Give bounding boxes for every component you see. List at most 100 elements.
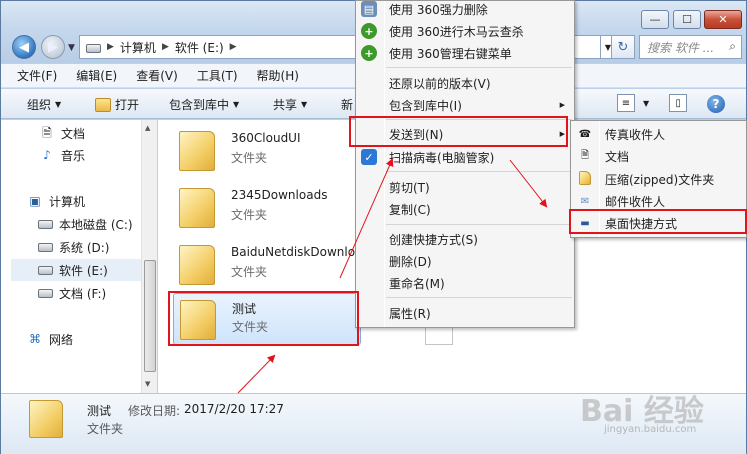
- nav-label: 系统 (D:): [59, 240, 110, 255]
- share-button[interactable]: 共享 ▼: [273, 96, 307, 113]
- menu-item-label: 剪切(T): [389, 180, 430, 195]
- chevron-down-icon[interactable]: ▼: [643, 99, 649, 108]
- menu-item-properties[interactable]: 属性(R): [356, 302, 574, 324]
- refresh-button[interactable]: ↻: [611, 35, 635, 59]
- chevron-down-icon: ▼: [233, 100, 240, 109]
- menu-item-label: 属性(R): [389, 306, 431, 321]
- menu-item-create-shortcut[interactable]: 创建快捷方式(S): [356, 228, 574, 250]
- context-menu: ▤ 使用 360强力删除 + 使用 360进行木马云查杀 + 使用 360管理右键菜单…: [355, 0, 575, 328]
- menu-separator: [386, 171, 572, 172]
- history-dropdown-icon[interactable]: ▼: [68, 43, 75, 53]
- shredder-icon: ▤: [361, 1, 377, 17]
- file-type: 文件夹: [231, 265, 268, 279]
- highlight-box-desktop-shortcut: [569, 209, 747, 234]
- scroll-thumb[interactable]: [144, 260, 156, 372]
- menu-view[interactable]: 查看(V): [136, 67, 178, 84]
- menu-item-360-delete[interactable]: ▤ 使用 360强力删除: [356, 0, 574, 20]
- highlight-box-send-to: [349, 116, 568, 147]
- open-label: 打开: [115, 98, 140, 112]
- nav-item-drive-e[interactable]: 软件 (E:): [11, 259, 141, 281]
- menu-item-label: 删除(D): [389, 254, 432, 269]
- search-input[interactable]: 搜索 软件 ... ⌕: [639, 35, 742, 59]
- menu-item-label: 压缩(zipped)文件夹: [605, 172, 715, 187]
- menu-item-label: 使用 360管理右键菜单: [389, 46, 512, 61]
- details-modified-label: 修改日期:: [128, 404, 181, 418]
- shield-icon: ✓: [361, 149, 377, 165]
- menu-item-360-manage[interactable]: + 使用 360管理右键菜单: [356, 42, 574, 64]
- network-icon: ⌘: [29, 332, 41, 346]
- menu-edit[interactable]: 编辑(E): [76, 67, 117, 84]
- nav-scrollbar[interactable]: ▲ ▼: [141, 120, 157, 393]
- view-controls: ≡ ▼ ▯: [617, 94, 695, 112]
- include-library-button[interactable]: 包含到库中 ▼: [169, 96, 239, 113]
- menu-item-cut[interactable]: 剪切(T): [356, 176, 574, 198]
- chevron-right-icon[interactable]: ▶: [230, 42, 237, 52]
- close-button[interactable]: ✕: [704, 10, 742, 29]
- drive-icon: [86, 44, 101, 53]
- 360-icon: +: [361, 23, 377, 39]
- folder-icon: [179, 188, 215, 228]
- new-folder-button[interactable]: 新: [341, 96, 353, 113]
- breadcrumb-computer[interactable]: 计算机: [120, 39, 156, 56]
- minimize-button[interactable]: —: [641, 10, 669, 29]
- sendto-zip[interactable]: 压缩(zipped)文件夹: [571, 168, 746, 190]
- breadcrumb-drive-e[interactable]: 软件 (E:): [175, 39, 224, 56]
- open-button[interactable]: 打开: [95, 96, 139, 113]
- file-item[interactable]: 2345Downloads 文件夹: [173, 182, 361, 234]
- menu-help[interactable]: 帮助(H): [257, 67, 299, 84]
- nav-label: 文档 (F:): [59, 286, 107, 301]
- preview-pane-icon[interactable]: ▯: [669, 94, 688, 112]
- drive-icon: [37, 240, 53, 254]
- forward-button[interactable]: ▶: [41, 35, 65, 59]
- details-type: 文件夹: [87, 422, 124, 436]
- computer-icon: ▣: [29, 194, 41, 208]
- folder-icon: [29, 400, 63, 438]
- file-item[interactable]: 360CloudUI 文件夹: [173, 125, 361, 177]
- file-type: 文件夹: [231, 151, 268, 165]
- menu-item-include-library[interactable]: 包含到库中(I) ▶: [356, 94, 574, 116]
- arrow-left-icon: ◀: [19, 39, 29, 55]
- menu-item-restore-versions[interactable]: 还原以前的版本(V): [356, 72, 574, 94]
- search-icon[interactable]: ⌕: [729, 39, 736, 54]
- file-item[interactable]: BaiduNetdiskDownlo 文件夹: [173, 239, 361, 291]
- menu-item-copy[interactable]: 复制(C): [356, 198, 574, 220]
- organize-button[interactable]: 组织 ▼: [27, 96, 61, 113]
- nav-label: 软件 (E:): [59, 263, 108, 278]
- menu-file[interactable]: 文件(F): [17, 67, 57, 84]
- menu-item-label: 使用 360进行木马云查杀: [389, 24, 524, 39]
- submenu-arrow-icon: ▶: [559, 101, 565, 109]
- menu-item-360-scan[interactable]: + 使用 360进行木马云查杀: [356, 20, 574, 42]
- scroll-down-icon[interactable]: ▼: [145, 380, 150, 388]
- details-name: 测试: [87, 404, 112, 418]
- nav-label: 文档: [61, 126, 86, 141]
- include-label: 包含到库中: [169, 98, 230, 112]
- menu-item-rename[interactable]: 重命名(M): [356, 272, 574, 294]
- back-button[interactable]: ◀: [12, 35, 36, 59]
- mail-icon: ✉: [580, 195, 590, 207]
- share-label: 共享: [273, 98, 298, 112]
- scroll-up-icon[interactable]: ▲: [145, 124, 150, 132]
- menu-tools[interactable]: 工具(T): [197, 67, 238, 84]
- menu-item-delete[interactable]: 删除(D): [356, 250, 574, 272]
- sendto-documents[interactable]: 🗎 文档: [571, 145, 746, 167]
- arrow-right-icon: ▶: [48, 39, 58, 55]
- menu-item-label: 重命名(M): [389, 276, 445, 291]
- chevron-right-icon[interactable]: ▶: [162, 42, 169, 52]
- menu-item-label: 传真收件人: [605, 127, 666, 142]
- sendto-fax[interactable]: ☎ 传真收件人: [571, 123, 746, 145]
- menu-separator: [386, 224, 572, 225]
- watermark-url: jingyan.baidu.com: [604, 424, 697, 435]
- nav-label: 本地磁盘 (C:): [59, 217, 133, 232]
- menu-item-scan-virus[interactable]: ✓ 扫描病毒(电脑管家): [356, 146, 574, 168]
- folder-open-icon: [95, 97, 111, 112]
- refresh-icon: ↻: [617, 39, 629, 55]
- fax-icon: ☎: [578, 128, 592, 140]
- menu-item-label: 创建快捷方式(S): [389, 232, 478, 247]
- chevron-down-icon: ▼: [55, 100, 62, 109]
- view-options-icon[interactable]: ≡: [617, 94, 635, 112]
- menu-item-label: 邮件收件人: [605, 194, 666, 209]
- chevron-right-icon[interactable]: ▶: [107, 42, 114, 52]
- folder-icon: [179, 131, 215, 171]
- maximize-button[interactable]: ☐: [673, 10, 701, 29]
- help-icon[interactable]: ?: [707, 95, 725, 113]
